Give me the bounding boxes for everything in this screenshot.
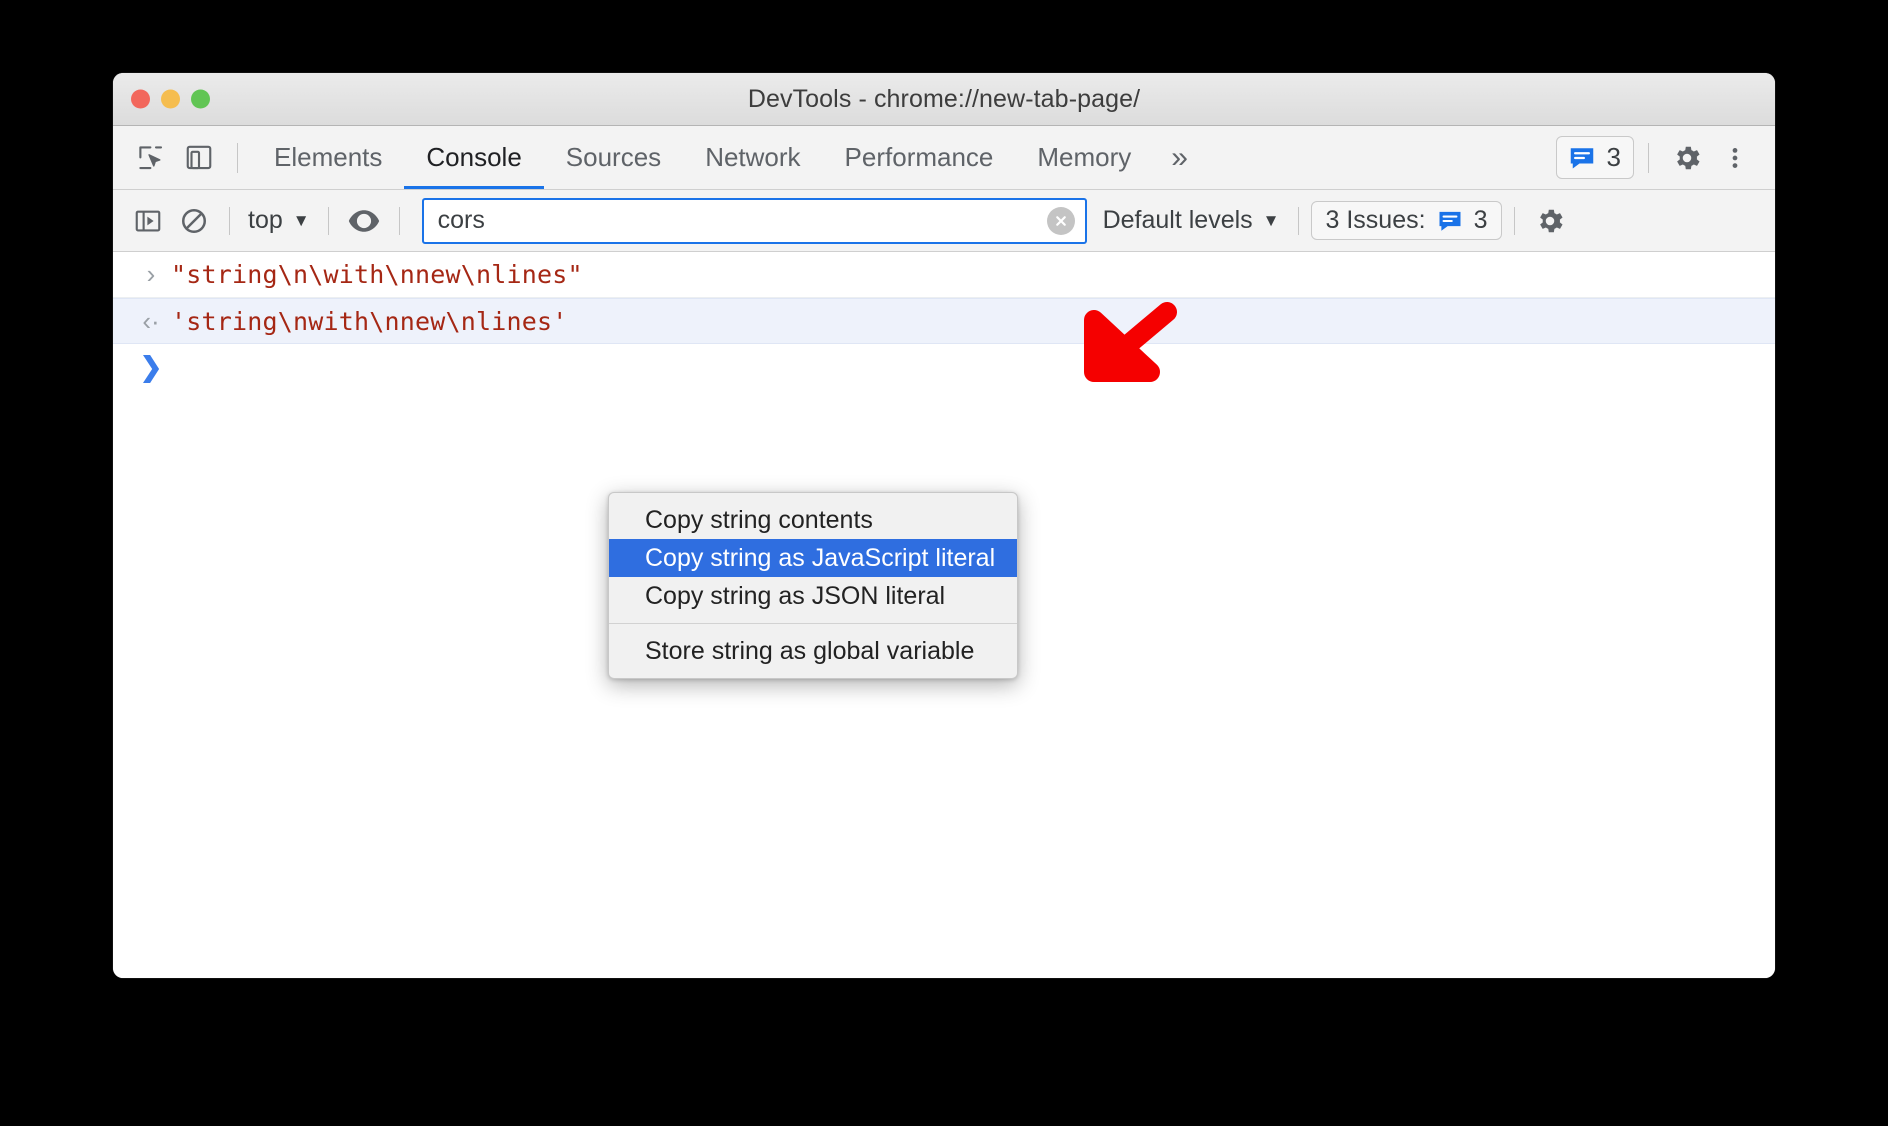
tab-elements-label: Elements [274,142,383,172]
tab-memory-label: Memory [1037,142,1132,172]
tab-performance-label: Performance [844,142,994,172]
tab-sources-label: Sources [565,142,662,172]
menu-item-copy-as-json-literal[interactable]: Copy string as JSON literal [609,577,1017,615]
toolbar-divider-3 [398,206,400,235]
toolbar-divider-4 [1297,206,1299,235]
console-result-text: 'string\nwith\nnew\nlines' [171,306,568,336]
execution-context-label: top [248,206,283,234]
tab-sources[interactable]: Sources [544,126,683,189]
console-issues-button[interactable]: 3 Issues: 3 [1310,201,1503,240]
inspect-element-icon[interactable] [127,134,175,182]
toolbar-divider-5 [1514,206,1516,235]
eye-icon[interactable] [341,198,387,244]
menu-item-copy-string-contents-label: Copy string contents [645,505,873,534]
console-input-line[interactable]: › "string\n\with\nnew\nlines" [113,252,1775,298]
menu-item-store-as-global-variable-label: Store string as global variable [645,636,975,665]
kebab-menu-icon[interactable] [1711,134,1759,182]
console-filter-wrapper [421,197,1087,244]
menu-item-store-as-global-variable[interactable]: Store string as global variable [609,632,1017,670]
context-menu-divider [609,623,1017,624]
issues-badge-count: 3 [1606,142,1621,172]
chevron-down-icon: ▼ [292,211,310,230]
tab-console[interactable]: Console [404,126,545,189]
console-message-list[interactable]: › "string\n\with\nnew\nlines" ‹· 'string… [113,252,1775,978]
string-context-menu[interactable]: Copy string contents Copy string as Java… [608,492,1018,679]
close-window-button[interactable] [131,89,150,109]
execution-context-selector[interactable]: top ▼ [242,206,316,235]
devtools-window: DevTools - chrome://new-tab-page/ Elemen… [113,73,1775,978]
console-input-text: "string\n\with\nnew\nlines" [171,260,583,289]
console-issues-label: 3 Issues: [1325,206,1426,234]
minimize-window-button[interactable] [161,89,180,109]
console-settings-gear-icon[interactable] [1527,198,1573,244]
tab-memory[interactable]: Memory [1015,126,1153,189]
tabbar-divider [237,142,238,173]
tab-console-label: Console [426,142,522,172]
issues-message-icon-toolbar [1439,211,1461,231]
menu-item-copy-as-json-literal-label: Copy string as JSON literal [645,581,946,610]
clear-input-icon[interactable] [1046,206,1075,235]
tabbar-right-divider [1648,142,1649,173]
prompt-chevron-icon: ❯ [139,351,163,382]
more-tabs-label: » [1171,140,1188,174]
tab-network-label: Network [705,142,801,172]
screenshot-root: DevTools - chrome://new-tab-page/ Elemen… [0,0,1888,1126]
traffic-lights [131,89,210,109]
panel-tabs: Elements Console Sources Network Perform… [252,126,1206,189]
menu-item-copy-string-contents[interactable]: Copy string contents [609,501,1017,539]
menu-item-copy-as-javascript-literal[interactable]: Copy string as JavaScript literal [609,539,1017,577]
issues-badge-button[interactable]: 3 [1555,136,1634,179]
chevron-down-icon-levels: ▼ [1262,211,1280,230]
window-title: DevTools - chrome://new-tab-page/ [747,84,1141,113]
console-result-line[interactable]: ‹· 'string\nwith\nnew\nlines' [113,298,1775,344]
window-titlebar: DevTools - chrome://new-tab-page/ [113,73,1775,126]
log-levels-selector[interactable]: Default levels ▼ [1097,206,1286,235]
issues-message-icon [1570,147,1593,168]
tab-network[interactable]: Network [683,126,822,189]
devtools-tabbar: Elements Console Sources Network Perform… [113,126,1775,190]
console-toolbar: top ▼ Default levels [113,190,1775,252]
result-marker-icon: ‹· [142,305,160,336]
more-tabs-icon[interactable]: » [1153,126,1206,189]
toolbar-divider-2 [327,206,329,235]
zoom-window-button[interactable] [191,89,210,109]
toolbar-divider-1 [229,206,230,235]
console-sidebar-icon[interactable] [125,198,171,244]
device-toolbar-icon[interactable] [175,134,223,182]
tab-elements[interactable]: Elements [252,126,404,189]
clear-console-icon[interactable] [171,198,217,244]
gear-icon[interactable] [1663,134,1711,182]
console-prompt-line[interactable]: ❯ [113,344,1775,390]
tab-performance[interactable]: Performance [823,126,1016,189]
tabbar-right-controls: 3 [1555,134,1759,182]
menu-item-copy-as-javascript-literal-label: Copy string as JavaScript literal [645,543,996,572]
input-marker-icon: › [146,259,156,289]
console-issues-count: 3 [1473,206,1488,234]
log-levels-label: Default levels [1102,206,1253,234]
console-filter-input[interactable] [421,197,1087,244]
